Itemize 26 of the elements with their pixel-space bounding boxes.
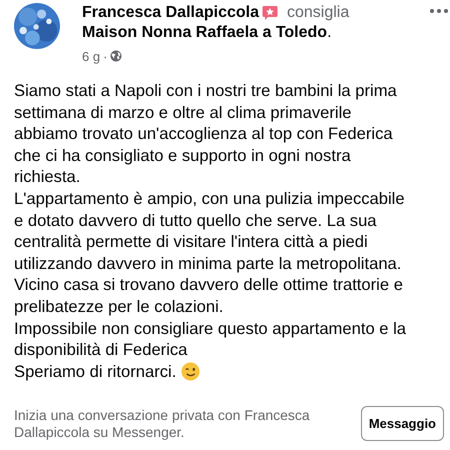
author-name[interactable]: Francesca Dallapiccola [82,4,259,22]
post-text: centralità permette di visitare l'intera città a piedi [14,231,368,253]
messenger-prompt: Inizia una conversazione privata con Francesca Dallapiccola su Messenger. [14,406,311,441]
post-text: Vicino casa si trovano davvero delle ottime trattorie e [14,274,403,296]
action-text: consiglia [286,4,350,22]
post-text: e dotato davvero di tutto quello che serve. La sua [14,210,377,232]
more-icon[interactable] [428,8,450,14]
period-text: . [327,24,332,41]
post-text: Siamo stati a Napoli con i nostri tre bambini la prima [14,80,397,102]
post-text: richiesta. [14,166,80,188]
post-text: Speriamo di ritornarci. [14,360,176,382]
post-text: utilizzando davvero in minima parte la metropolitana. [14,252,402,274]
message-button[interactable]: Messaggio [360,406,444,442]
post-text: prelibatezze per le colazioni. [14,296,224,318]
page-link[interactable]: Maison Nonna Raffaela a Toledo [82,24,328,41]
recommend-icon [262,5,278,21]
timestamp[interactable]: 6 g [82,48,100,64]
globe-icon [110,50,122,62]
separator-text: · [103,48,108,64]
post-text: che ci ha consigliato e supporto in ogni nostra [14,144,351,166]
post-text: settimana di marzo e oltre al clima primaverile [14,102,352,124]
post-text: Impossibile non consigliare questo appartamento e la [14,318,406,340]
post-text: abbiamo trovato un'accoglienza al top con Federica [14,123,393,145]
winking-face-icon [181,362,200,382]
post-text: disponibilità di Federica [14,339,188,361]
post-text: L'appartamento è ampio, con una pulizia impeccabile [14,188,405,210]
